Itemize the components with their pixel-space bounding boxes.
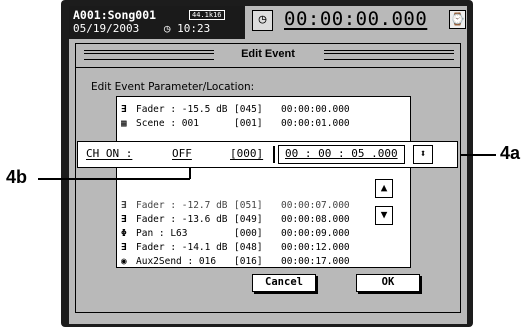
list-item[interactable]: ∃ Fader : -13.6 dB [049] 00:00:08.000 xyxy=(121,213,350,226)
list-item[interactable]: ▦ Scene : 001 [001] 00:00:01.000 xyxy=(121,117,350,130)
edit-param-name[interactable]: CH_ON : xyxy=(86,147,132,160)
list-item[interactable]: ∃ Fader : -14.1 dB [048] 00:00:12.000 xyxy=(121,241,350,254)
callout-4b-connector xyxy=(189,167,191,179)
clock-icon: ◷ xyxy=(163,22,171,35)
callout-4a-line xyxy=(460,154,496,156)
time-counter: 00:00:00.000 xyxy=(284,8,428,30)
event-location-field[interactable]: 00 : 00 : 05 .000 xyxy=(278,145,405,164)
callout-4b-line xyxy=(38,178,190,180)
pan-icon: Φ xyxy=(121,228,127,239)
clock-button[interactable]: ◷ xyxy=(252,10,273,31)
list-item[interactable]: Φ Pan : L63 [000] 00:00:09.000 xyxy=(121,227,350,240)
parameter-location-label: Edit Event Parameter/Location: xyxy=(91,81,255,93)
aux-send-icon: ◉ xyxy=(121,256,127,267)
event-edit-row: CH_ON : OFF [000] 00 : 00 : 05 .000 ⬍ xyxy=(77,141,458,168)
cancel-button[interactable]: Cancel xyxy=(252,274,316,292)
list-item[interactable]: ∃ Fader : -12.7 dB [051] 00:00:07.000 xyxy=(121,199,350,212)
dialog-title-bar: Edit Event xyxy=(76,44,460,68)
fader-icon: ∃ xyxy=(121,104,127,115)
edit-param-index[interactable]: [000] xyxy=(230,147,263,160)
scroll-down-button[interactable]: ▼ xyxy=(375,206,393,225)
list-item[interactable]: ◉ Aux2Send : 016 [016] 00:00:17.000 xyxy=(121,255,350,267)
ok-button[interactable]: OK xyxy=(356,274,420,292)
scroll-up-button[interactable]: ▲ xyxy=(375,179,393,198)
callout-4a: 4a xyxy=(500,143,521,163)
list-item[interactable]: ∃ Fader : -15.5 dB [045] 00:00:00.000 xyxy=(121,103,350,116)
song-info-panel: A001:Song001 44.1k16 05/19/2003 ◷ 10:23 xyxy=(69,6,245,39)
sample-format-badge: 44.1k16 xyxy=(189,10,225,20)
value-spin-button[interactable]: ⬍ xyxy=(413,145,433,164)
song-date: 05/19/2003 xyxy=(73,22,140,35)
fader-icon: ∃ xyxy=(121,200,127,211)
callout-4b: 4b xyxy=(6,167,28,187)
fader-icon: ∃ xyxy=(121,214,127,225)
dialog-title: Edit Event xyxy=(233,48,303,60)
edit-param-value[interactable]: OFF xyxy=(172,147,192,160)
fader-icon: ∃ xyxy=(121,242,127,253)
divider xyxy=(273,146,275,163)
song-time: 10:23 xyxy=(177,22,211,35)
event-list[interactable]: ∃ Fader : -15.5 dB [045] 00:00:00.000 ▦ Sc… xyxy=(116,96,411,268)
scene-icon: ▦ xyxy=(121,118,127,129)
counter-mode-icon[interactable]: ⌚ xyxy=(449,10,466,29)
